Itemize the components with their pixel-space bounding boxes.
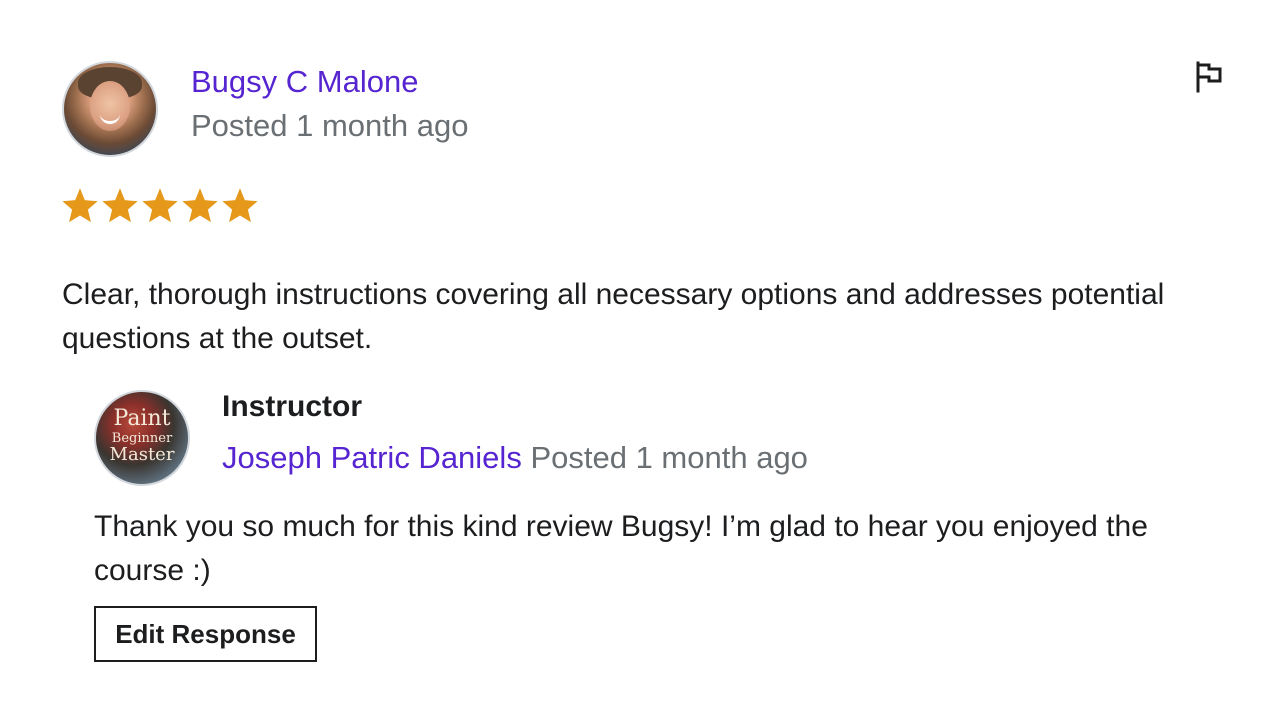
instructor-label: Instructor xyxy=(222,390,363,423)
reviewer-avatar xyxy=(62,61,158,157)
star-icon xyxy=(222,188,258,223)
flag-icon[interactable] xyxy=(1195,61,1223,93)
instructor-posted-time: Posted 1 month ago xyxy=(530,440,808,475)
logo-line-3: Master xyxy=(109,444,175,465)
star-icon xyxy=(102,188,138,223)
reviewer-posted-time: Posted 1 month ago xyxy=(191,108,469,143)
star-icon xyxy=(182,188,218,223)
star-icon xyxy=(62,188,98,223)
reviewer-name[interactable]: Bugsy C Malone xyxy=(191,64,418,100)
star-icon xyxy=(142,188,178,223)
instructor-avatar: Paint Beginner Master xyxy=(94,390,190,486)
instructor-avatar-logo: Paint Beginner Master xyxy=(96,408,188,464)
review-text: Clear, thorough instructions covering al… xyxy=(62,278,1165,355)
instructor-meta: Joseph Patric Daniels Posted 1 month ago xyxy=(222,440,808,476)
logo-line-1: Paint xyxy=(113,406,171,431)
instructor-name[interactable]: Joseph Patric Daniels xyxy=(222,440,522,475)
review-card: Bugsy C Malone Posted 1 month ago Clear,… xyxy=(0,0,1286,724)
edit-response-button[interactable]: Edit Response xyxy=(94,606,317,662)
response-text: Thank you so much for this kind review B… xyxy=(94,510,1148,587)
rating-stars xyxy=(62,188,258,224)
